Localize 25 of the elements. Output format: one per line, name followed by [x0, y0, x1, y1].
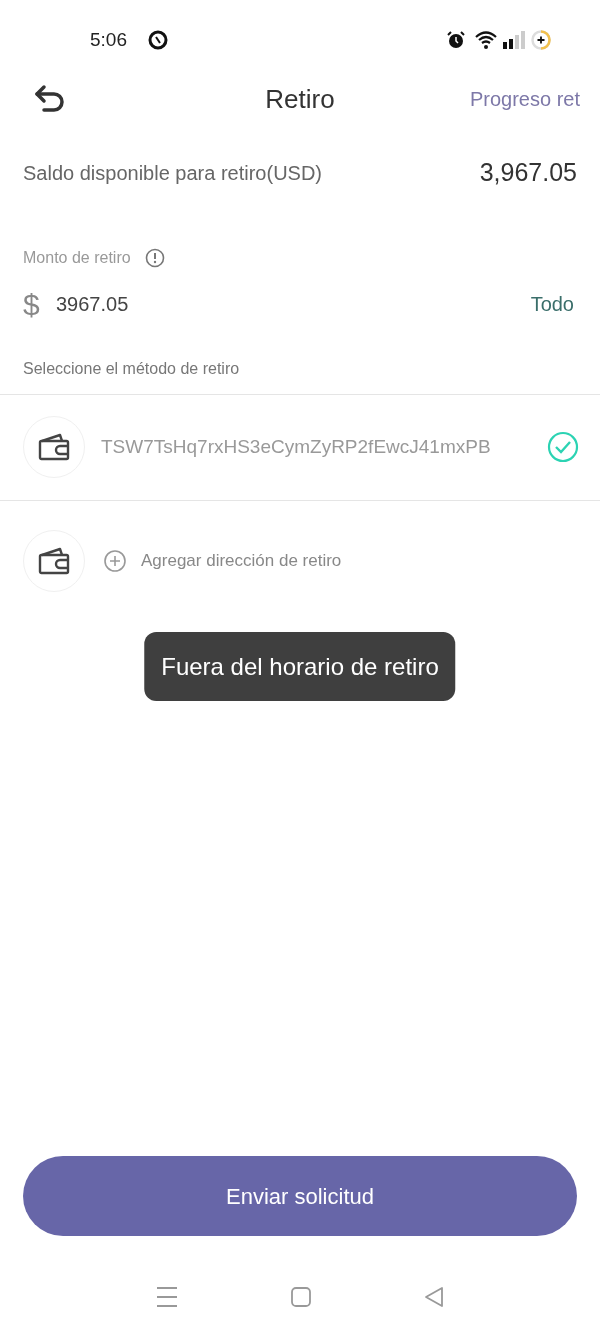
status-time: 5:06 — [90, 27, 127, 52]
menu-icon[interactable] — [155, 1285, 180, 1308]
info-icon[interactable] — [144, 247, 165, 268]
battery-icon — [530, 29, 552, 51]
address-option[interactable]: TSW7TsHq7rxHS3eCymZyRP2fEwcJ41mxPB — [0, 394, 600, 501]
back-nav-icon[interactable] — [422, 1285, 445, 1308]
page-title: Retiro — [265, 82, 335, 116]
progress-link[interactable]: Progreso ret — [469, 84, 580, 114]
balance-value: 3,967.05 — [479, 157, 577, 188]
currency-symbol: $ — [23, 286, 41, 323]
wifi-icon — [474, 30, 498, 50]
home-icon[interactable] — [290, 1285, 312, 1308]
balance-label: Saldo disponible para retiro(USD) — [23, 160, 323, 186]
all-link[interactable]: Todo — [530, 289, 574, 319]
signal-icon — [502, 31, 526, 49]
amount-label: Monto de retiro — [23, 247, 131, 268]
notification-icon — [147, 29, 169, 51]
add-icon[interactable] — [103, 548, 127, 573]
toast-message: Fuera del horario de retiro — [144, 632, 456, 701]
submit-button[interactable]: Enviar solicitud — [23, 1156, 577, 1236]
alarm-icon — [446, 30, 466, 50]
wallet-address: TSW7TsHq7rxHS3eCymZyRP2fEwcJ41mxPB — [101, 434, 492, 459]
amount-field[interactable]: 3967.05 — [56, 289, 531, 319]
method-label: Seleccione el método de retiro — [22, 358, 241, 379]
add-address-link[interactable]: Agregar dirección de retiro — [141, 547, 342, 574]
